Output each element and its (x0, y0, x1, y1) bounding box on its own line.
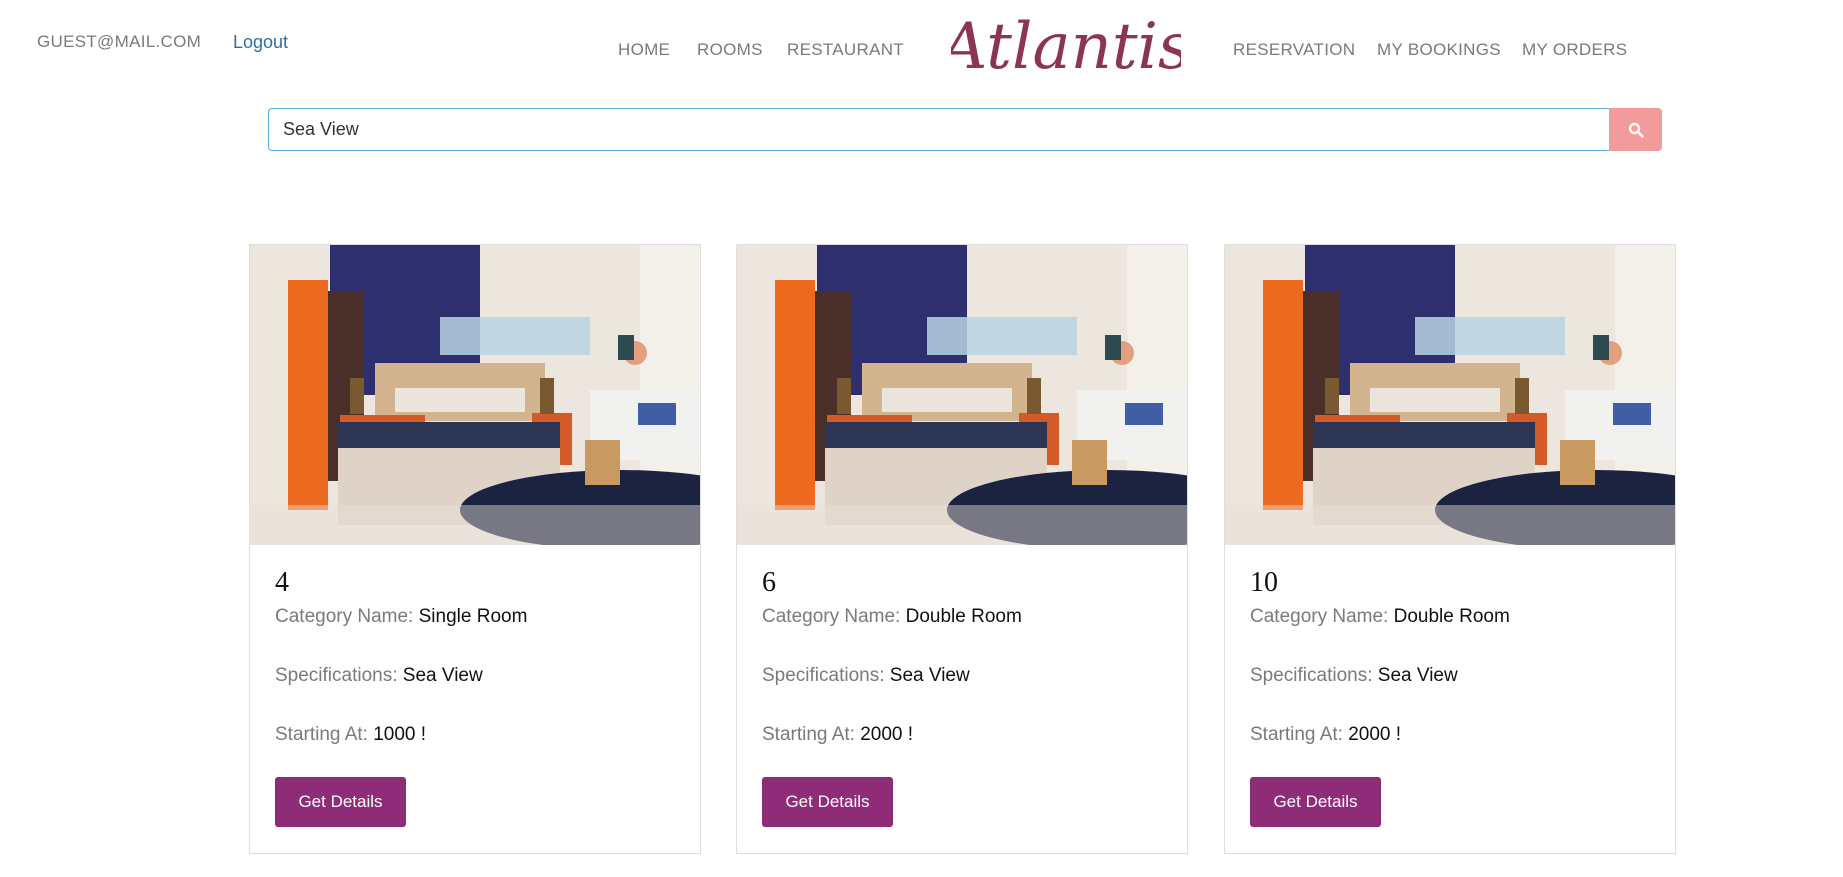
price-value: 2000 ! (860, 724, 914, 745)
nav-reservation[interactable]: RESERVATION (1233, 40, 1355, 60)
specifications-row: Specifications: Sea View (1250, 665, 1458, 687)
category-value: Double Room (1393, 606, 1510, 627)
user-email: GUEST@MAIL.COM (37, 32, 202, 51)
category-value: Double Room (905, 606, 1022, 627)
category-label: Category Name: (275, 606, 414, 627)
room-photo (1225, 245, 1675, 545)
price-row: Starting At: 2000 ! (1250, 724, 1401, 746)
price-label: Starting At: (275, 724, 368, 745)
room-card: 6 Category Name: Double Room Specificati… (736, 244, 1188, 854)
room-number: 6 (762, 567, 776, 598)
price-row: Starting At: 2000 ! (762, 724, 913, 746)
brand-logo[interactable]: Atlantis (936, 2, 1191, 84)
brand-logo-text: Atlantis (951, 10, 1181, 84)
nav-home[interactable]: HOME (618, 40, 670, 60)
nav-my-orders[interactable]: MY ORDERS (1522, 40, 1627, 60)
specifications-label: Specifications: (275, 665, 398, 686)
nav-restaurant[interactable]: RESTAURANT (787, 40, 904, 60)
specifications-row: Specifications: Sea View (762, 665, 970, 687)
price-row: Starting At: 1000 ! (275, 724, 426, 746)
get-details-button[interactable]: Get Details (1250, 777, 1381, 827)
category-row: Category Name: Single Room (275, 606, 527, 628)
room-number: 10 (1250, 567, 1278, 598)
specifications-value: Sea View (1377, 665, 1458, 686)
room-number: 4 (275, 567, 289, 598)
specifications-value: Sea View (402, 665, 483, 686)
category-value: Single Room (418, 606, 528, 627)
search-input[interactable] (268, 108, 1610, 151)
logout-link[interactable]: Logout (233, 32, 288, 53)
get-details-button[interactable]: Get Details (275, 777, 406, 827)
category-label: Category Name: (762, 606, 901, 627)
room-photo (250, 245, 700, 545)
search-bar (268, 108, 1662, 151)
search-button[interactable] (1609, 108, 1662, 151)
nav-rooms[interactable]: ROOMS (697, 40, 763, 60)
room-card: 4 Category Name: Single Room Specificati… (249, 244, 701, 854)
price-label: Starting At: (1250, 724, 1343, 745)
category-row: Category Name: Double Room (1250, 606, 1510, 628)
price-label: Starting At: (762, 724, 855, 745)
category-label: Category Name: (1250, 606, 1389, 627)
category-row: Category Name: Double Room (762, 606, 1022, 628)
price-value: 1000 ! (373, 724, 427, 745)
specifications-label: Specifications: (762, 665, 885, 686)
brand-logo-graphic: Atlantis (936, 10, 1191, 84)
nav-my-bookings[interactable]: MY BOOKINGS (1377, 40, 1501, 60)
room-card: 10 Category Name: Double Room Specificat… (1224, 244, 1676, 854)
top-navigation-bar: GUEST@MAIL.COM Logout HOME ROOMS RESTAUR… (0, 0, 1843, 100)
specifications-value: Sea View (889, 665, 970, 686)
specifications-label: Specifications: (1250, 665, 1373, 686)
price-value: 2000 ! (1348, 724, 1402, 745)
search-icon (1628, 122, 1644, 138)
get-details-button[interactable]: Get Details (762, 777, 893, 827)
specifications-row: Specifications: Sea View (275, 665, 483, 687)
room-photo (737, 245, 1187, 545)
